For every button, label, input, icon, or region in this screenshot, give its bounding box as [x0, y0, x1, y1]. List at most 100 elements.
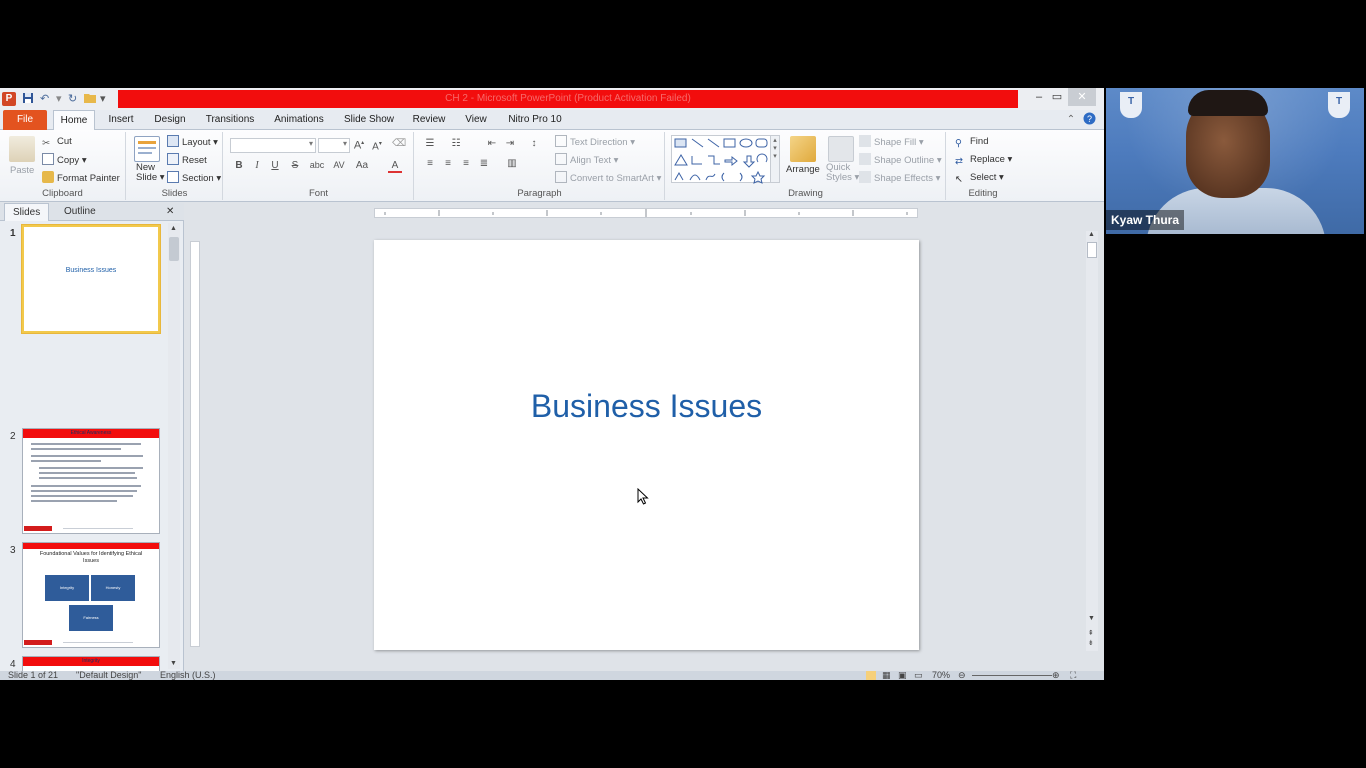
zoom-level[interactable]: 70%: [932, 671, 950, 680]
normal-view-icon[interactable]: [866, 671, 876, 680]
language[interactable]: English (U.S.): [160, 671, 216, 680]
tab-design[interactable]: Design: [149, 110, 191, 130]
slide-sorter-icon[interactable]: ▦: [882, 671, 891, 680]
next-slide-icon[interactable]: ⇟: [1088, 639, 1094, 647]
bullets-icon[interactable]: ☰: [423, 138, 437, 149]
maximize-icon[interactable]: ▭: [1046, 88, 1068, 106]
video-tile[interactable]: T T Kyaw Thura: [1106, 88, 1364, 234]
shapes-gallery-scroll[interactable]: ▴ ▾ ▾: [770, 135, 780, 183]
slide-editor-scrollbar[interactable]: ▲ ▼ ⇞ ⇟: [1086, 231, 1098, 651]
tab-slide-show[interactable]: Slide Show: [338, 110, 400, 130]
new-slide-icon[interactable]: [134, 136, 160, 162]
undo-dropdown-icon[interactable]: ▾: [56, 92, 62, 106]
quick-styles-button[interactable]: Quick Styles ▾: [826, 163, 859, 183]
arrange-icon[interactable]: [790, 136, 816, 162]
character-spacing-button[interactable]: AV: [330, 160, 348, 170]
replace-button[interactable]: ⇄ Replace ▾: [955, 153, 1012, 167]
shapes-gallery[interactable]: [671, 135, 775, 184]
slide-title[interactable]: Business Issues: [374, 388, 919, 425]
zoom-slider[interactable]: [972, 675, 1052, 676]
zoom-in-icon[interactable]: ⊕: [1052, 671, 1060, 680]
copy-button[interactable]: Copy ▾: [42, 153, 87, 168]
tab-view[interactable]: View: [458, 110, 494, 130]
shrink-font-icon[interactable]: A▾: [370, 140, 384, 152]
undo-icon[interactable]: ↶: [40, 92, 49, 106]
tab-transitions[interactable]: Transitions: [200, 110, 260, 130]
find-button[interactable]: ⚲ Find: [955, 135, 988, 149]
tab-animations[interactable]: Animations: [268, 110, 330, 130]
scroll-down-icon[interactable]: ▼: [170, 660, 177, 667]
text-shadow-button[interactable]: abc: [308, 160, 326, 170]
scroll-up-icon[interactable]: ▲: [1088, 231, 1095, 238]
section-button[interactable]: Section ▾: [167, 171, 221, 186]
scrollbar-thumb[interactable]: [169, 237, 179, 261]
justify-icon[interactable]: ≣: [477, 158, 491, 169]
tab-insert[interactable]: Insert: [103, 110, 139, 130]
paste-button[interactable]: Paste: [10, 164, 34, 178]
align-right-icon[interactable]: ≡: [459, 158, 473, 169]
new-slide-button[interactable]: New Slide ▾: [136, 163, 165, 183]
quick-styles-icon[interactable]: [828, 136, 854, 162]
grow-font-icon[interactable]: A▴: [352, 139, 366, 152]
numbering-icon[interactable]: ☷: [449, 138, 463, 149]
line-spacing-icon[interactable]: ↕: [527, 138, 541, 149]
help-icon[interactable]: ?: [1082, 110, 1096, 130]
reading-view-icon[interactable]: ▣: [898, 671, 907, 680]
layout-button[interactable]: Layout ▾: [167, 135, 218, 150]
clear-formatting-icon[interactable]: ⌫: [392, 138, 406, 149]
bold-button[interactable]: B: [232, 160, 246, 171]
strikethrough-button[interactable]: S: [288, 160, 302, 171]
paste-icon[interactable]: [9, 136, 35, 162]
zoom-out-icon[interactable]: ⊖: [958, 671, 966, 680]
theme-name[interactable]: "Default Design": [76, 671, 141, 680]
slides-pane-scrollbar[interactable]: ▲ ▼: [168, 223, 180, 669]
increase-indent-icon[interactable]: ⇥: [503, 138, 517, 149]
slide-thumbnail-4[interactable]: Integrity: [22, 656, 160, 671]
customize-qat-icon[interactable]: ▾: [100, 92, 106, 106]
arrange-button[interactable]: Arrange: [786, 163, 820, 177]
close-pane-icon[interactable]: ✕: [162, 203, 178, 221]
align-text-button[interactable]: Align Text ▾: [555, 153, 618, 168]
convert-smartart-button[interactable]: Convert to SmartArt ▾: [555, 171, 661, 186]
decrease-indent-icon[interactable]: ⇤: [485, 138, 499, 149]
underline-button[interactable]: U: [268, 160, 282, 171]
tab-file[interactable]: File: [3, 110, 47, 130]
powerpoint-app-icon[interactable]: P: [2, 92, 16, 106]
scroll-up-icon[interactable]: ▲: [170, 225, 177, 232]
slideshow-view-icon[interactable]: ▭: [914, 671, 923, 680]
shape-effects-button[interactable]: Shape Effects ▾: [859, 171, 940, 186]
open-folder-icon[interactable]: [84, 92, 97, 106]
scrollbar-thumb[interactable]: [1087, 242, 1097, 258]
slide-thumbnail-2[interactable]: Ethical Awareness: [22, 428, 160, 534]
previous-slide-icon[interactable]: ⇞: [1088, 629, 1094, 637]
italic-button[interactable]: I: [250, 160, 264, 171]
redo-icon[interactable]: ↻: [68, 92, 77, 106]
tab-nitro-pro[interactable]: Nitro Pro 10: [502, 110, 568, 130]
shape-fill-button[interactable]: Shape Fill ▾: [859, 135, 924, 150]
tab-review[interactable]: Review: [408, 110, 450, 130]
scroll-down-icon[interactable]: ▼: [1088, 615, 1095, 622]
columns-icon[interactable]: ▥: [505, 158, 519, 169]
slide-thumbnail-1[interactable]: Business Issues: [22, 225, 160, 333]
change-case-button[interactable]: Aa: [354, 160, 370, 171]
tab-home[interactable]: Home: [53, 110, 95, 131]
reset-button[interactable]: Reset: [167, 153, 207, 168]
minimize-ribbon-icon[interactable]: ⌃: [1064, 110, 1078, 130]
align-left-icon[interactable]: ≡: [423, 158, 437, 169]
cut-button[interactable]: ✂ Cut: [42, 135, 72, 149]
close-icon[interactable]: ✕: [1068, 88, 1096, 106]
tab-outline[interactable]: Outline: [56, 203, 104, 221]
save-icon[interactable]: [22, 92, 34, 106]
text-direction-button[interactable]: Text Direction ▾: [555, 135, 635, 150]
font-size-combo[interactable]: ▾: [318, 138, 350, 153]
format-painter-button[interactable]: Format Painter: [42, 171, 120, 186]
font-name-combo[interactable]: ▾: [230, 138, 316, 153]
slide-canvas[interactable]: Business Issues: [374, 240, 919, 650]
select-button[interactable]: ↖ Select ▾: [955, 171, 1004, 185]
tab-slides[interactable]: Slides: [4, 203, 50, 221]
slide-thumbnail-3[interactable]: Foundational Values for Identifying Ethi…: [22, 542, 160, 648]
align-center-icon[interactable]: ≡: [441, 158, 455, 169]
font-color-button[interactable]: A: [388, 160, 402, 173]
fit-to-window-icon[interactable]: ⛶: [1070, 671, 1076, 680]
shape-outline-button[interactable]: Shape Outline ▾: [859, 153, 942, 168]
